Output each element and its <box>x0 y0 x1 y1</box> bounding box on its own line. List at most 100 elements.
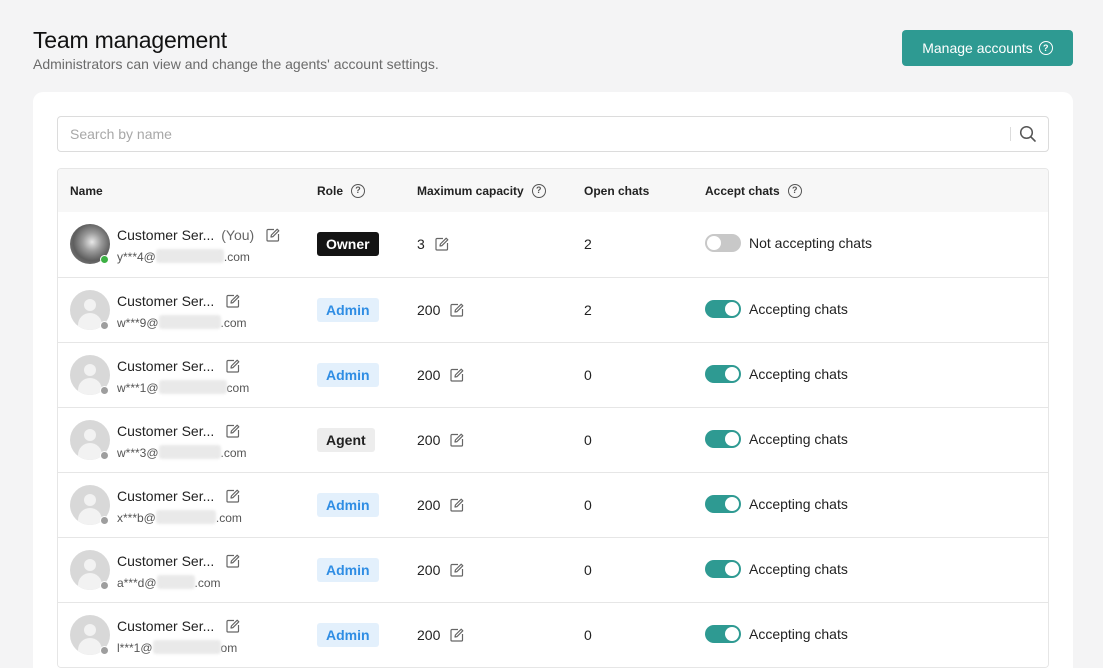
edit-icon[interactable] <box>450 368 464 382</box>
agent-name: Customer Ser... <box>117 293 215 309</box>
capacity-cell: 200 <box>417 627 464 643</box>
edit-icon[interactable] <box>450 433 464 447</box>
role-badge: Owner <box>317 232 379 256</box>
redacted-block <box>158 445 221 459</box>
column-open-chats: Open chats <box>584 183 650 198</box>
agent-email: x***b@ .com <box>117 510 242 525</box>
edit-icon[interactable] <box>226 294 240 308</box>
help-circle-icon: ? <box>1038 41 1053 55</box>
capacity-value: 200 <box>417 497 441 513</box>
open-chats-value: 2 <box>584 236 592 252</box>
table-row: Customer Ser... (You) y***4@ .com Owner 3… <box>58 212 1048 277</box>
edit-icon[interactable] <box>450 303 464 317</box>
edit-icon[interactable] <box>450 563 464 577</box>
redacted-block <box>155 510 216 524</box>
role-badge: Admin <box>317 623 379 647</box>
capacity-value: 200 <box>417 562 441 578</box>
redacted-block <box>158 315 221 329</box>
page-header: Team management Administrators can view … <box>33 27 439 73</box>
accept-chats-toggle[interactable] <box>705 560 741 578</box>
accept-chats-toggle[interactable] <box>705 430 741 448</box>
status-dot <box>100 516 109 525</box>
search-input[interactable] <box>58 117 1008 151</box>
status-dot <box>100 646 109 655</box>
role-badge: Admin <box>317 558 379 582</box>
name-line: Customer Ser... <box>117 488 240 504</box>
redacted-block <box>152 640 221 654</box>
edit-icon[interactable] <box>450 628 464 642</box>
open-chats-value: 0 <box>584 432 592 448</box>
edit-icon[interactable] <box>226 359 240 373</box>
search-divider <box>1010 127 1011 141</box>
accept-status-label: Accepting chats <box>749 561 848 577</box>
accept-chats-toggle[interactable] <box>705 234 741 252</box>
accept-cell: Accepting chats <box>705 365 848 383</box>
manage-accounts-label: Manage accounts <box>922 40 1033 56</box>
redacted-block <box>158 380 227 394</box>
help-circle-icon[interactable]: ? <box>531 183 546 198</box>
table-row: Customer Ser... l***1@ om Admin 200 0 Acc… <box>58 602 1048 667</box>
accept-status-label: Accepting chats <box>749 496 848 512</box>
capacity-value: 200 <box>417 627 441 643</box>
role-badge: Admin <box>317 298 379 322</box>
role-badge: Admin <box>317 493 379 517</box>
column-role: Role ? <box>317 169 366 212</box>
role-cell: Admin <box>317 363 379 387</box>
edit-icon[interactable] <box>226 554 240 568</box>
redacted-block <box>155 249 224 263</box>
table-row: Customer Ser... w***3@ .com Agent 200 0 A… <box>58 407 1048 472</box>
status-dot <box>100 321 109 330</box>
table-row: Customer Ser... a***d@ .com Admin 200 0 A… <box>58 537 1048 602</box>
capacity-value: 200 <box>417 367 441 383</box>
accept-cell: Accepting chats <box>705 625 848 643</box>
edit-icon[interactable] <box>226 619 240 633</box>
accept-status-label: Accepting chats <box>749 626 848 642</box>
accept-status-label: Accepting chats <box>749 431 848 447</box>
table-row: Customer Ser... w***9@ .com Admin 200 2 A… <box>58 277 1048 342</box>
search-icon[interactable] <box>1019 125 1037 143</box>
role-cell: Owner <box>317 232 379 256</box>
open-chats-value: 0 <box>584 497 592 513</box>
manage-accounts-button[interactable]: Manage accounts ? <box>902 30 1073 66</box>
accept-chats-toggle[interactable] <box>705 495 741 513</box>
edit-icon[interactable] <box>435 237 449 251</box>
accept-chats-toggle[interactable] <box>705 300 741 318</box>
agent-email: w***9@ .com <box>117 315 247 330</box>
capacity-cell: 200 <box>417 302 464 318</box>
redacted-block <box>156 575 195 589</box>
edit-icon[interactable] <box>450 498 464 512</box>
agent-email: a***d@ .com <box>117 575 221 590</box>
accept-status-label: Not accepting chats <box>749 235 872 251</box>
status-dot <box>100 255 109 264</box>
team-card: Name Role ? Maximum capacity ? Open chat… <box>33 92 1073 668</box>
name-line: Customer Ser... <box>117 293 240 309</box>
role-cell: Admin <box>317 558 379 582</box>
agent-name: Customer Ser... <box>117 488 215 504</box>
accept-cell: Accepting chats <box>705 300 848 318</box>
open-chats-value: 0 <box>584 367 592 383</box>
role-cell: Admin <box>317 623 379 647</box>
capacity-cell: 200 <box>417 367 464 383</box>
open-chats-value: 2 <box>584 302 592 318</box>
agent-name: Customer Ser... <box>117 227 215 243</box>
help-circle-icon[interactable]: ? <box>351 183 366 198</box>
agent-email: w***1@ com <box>117 380 250 395</box>
agent-name: Customer Ser... <box>117 618 215 634</box>
accept-chats-toggle[interactable] <box>705 365 741 383</box>
edit-icon[interactable] <box>226 489 240 503</box>
capacity-value: 200 <box>417 432 441 448</box>
capacity-value: 3 <box>417 236 425 252</box>
open-chats-value: 0 <box>584 562 592 578</box>
table-body: Customer Ser... (You) y***4@ .com Owner 3… <box>58 212 1048 667</box>
edit-icon[interactable] <box>226 424 240 438</box>
edit-icon[interactable] <box>266 228 280 242</box>
table-row: Customer Ser... x***b@ .com Admin 200 0 A… <box>58 472 1048 537</box>
accept-chats-toggle[interactable] <box>705 625 741 643</box>
name-line: Customer Ser... <box>117 553 240 569</box>
table-row: Customer Ser... w***1@ com Admin 200 0 Ac… <box>58 342 1048 407</box>
role-badge: Agent <box>317 428 375 452</box>
open-chats-value: 0 <box>584 627 592 643</box>
capacity-value: 200 <box>417 302 441 318</box>
help-circle-icon[interactable]: ? <box>787 183 802 198</box>
accept-cell: Accepting chats <box>705 560 848 578</box>
